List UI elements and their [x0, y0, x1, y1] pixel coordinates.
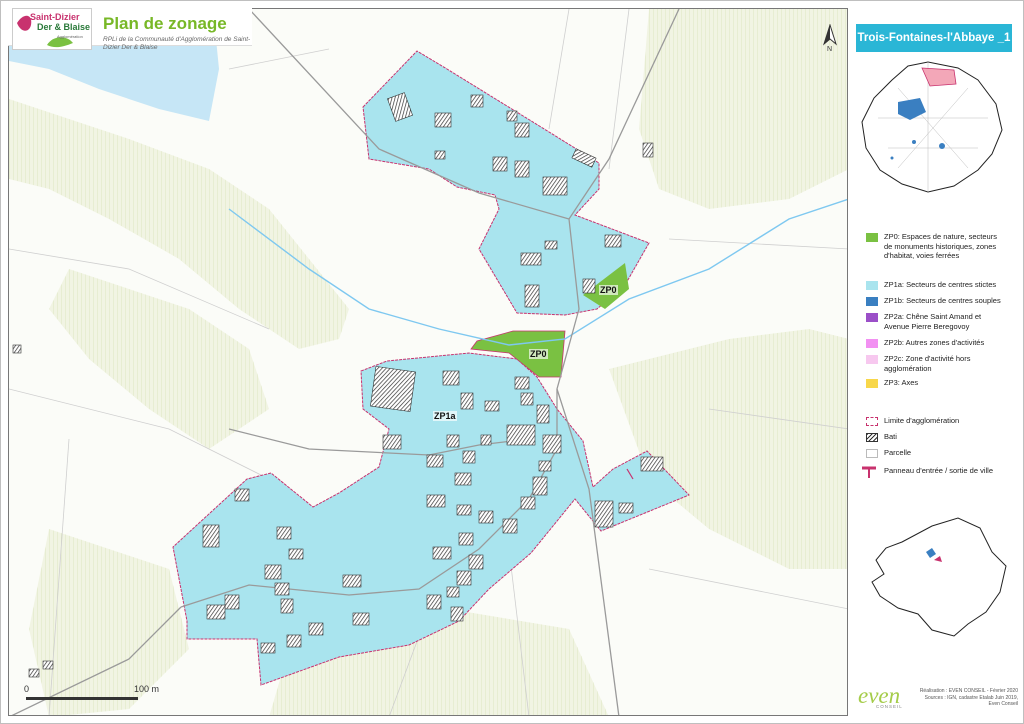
inset-map-agglomeration: [861, 61, 1003, 193]
legend-swatch-zp0: [866, 233, 878, 242]
legend-item-zp0: ZP0: Espaces de nature, secteurs de monu…: [866, 232, 1006, 261]
legend-item-limit: Limite d'agglomération: [866, 416, 1006, 426]
legend-item-zp1b: ZP1b: Secteurs de centres souples: [866, 296, 1006, 306]
legend-label-zp2c: ZP2c: Zone d'activité hors agglomération: [884, 354, 971, 373]
even-conseil-sub: CONSEIL: [876, 704, 903, 709]
scale-bar-line: [26, 697, 138, 700]
zone-label-zp0-east: ZP0: [599, 285, 618, 295]
entry-sign-icon: [862, 466, 876, 478]
north-arrow: N: [821, 23, 839, 54]
map-subtitle: RPLi de la Communauté d'Agglomération de…: [103, 36, 251, 51]
zone-label-zp1a: ZP1a: [433, 411, 457, 421]
legend-label-zp2a: ZP2a: Chêne Saint Amand et Avenue Pierre…: [884, 312, 982, 331]
legend-item-zp2b: ZP2b: Autres zones d'activités: [866, 338, 1006, 348]
zone-label-zp0-river: ZP0: [529, 349, 548, 359]
credits-line-1: Réalisation : EVEN CONSEIL - Février 202…: [919, 688, 1018, 694]
map-canvas[interactable]: ZP0 ZP0 ZP1a: [8, 8, 848, 716]
legend-item-sign: Panneau d'entrée / sortie de ville: [860, 466, 1006, 478]
legend-item-zp3: ZP3: Axes: [866, 378, 1006, 388]
legend-label-zp2b: ZP2b: Autres zones d'activités: [884, 338, 985, 347]
legend-swatch-bati: [866, 433, 878, 442]
legend-swatch-zp2b: [866, 339, 878, 348]
legend-label-zp1a: ZP1a: Secteurs de centres stictes: [884, 280, 997, 289]
scale-end-label: 100 m: [134, 684, 160, 694]
credits-line-3: Even Conseil: [988, 701, 1018, 707]
north-label: N: [827, 46, 833, 53]
map-title: Plan de zonage: [103, 14, 227, 33]
legend-label-limit: Limite d'agglomération: [884, 416, 960, 425]
north-arrow-icon: [823, 23, 837, 46]
legend-label-sign: Panneau d'entrée / sortie de ville: [884, 466, 994, 475]
legend-item-zp2a: ZP2a: Chêne Saint Amand et Avenue Pierre…: [866, 312, 1006, 331]
legend-label-zp1b: ZP1b: Secteurs de centres souples: [884, 296, 1001, 305]
legend-swatch-parcelle: [866, 449, 878, 458]
logo: Saint-Dizier Der & Blaise Agglomération: [12, 8, 92, 50]
legend-item-zp2c: ZP2c: Zone d'activité hors agglomération: [866, 354, 1006, 373]
legend-swatch-zp2a: [866, 313, 878, 322]
legend-swatch-zp3: [866, 379, 878, 388]
title-box: Saint-Dizier Der & Blaise Agglomération …: [8, 8, 252, 51]
legend-item-zp1a: ZP1a: Secteurs de centres stictes: [866, 280, 1006, 290]
scale-start-label: 0: [24, 684, 30, 694]
legend-label-zp0: ZP0: Espaces de nature, secteurs de monu…: [884, 232, 997, 260]
legend-swatch-limit: [866, 417, 878, 426]
woods-4: [609, 329, 847, 569]
legend-label-parcelle: Parcelle: [884, 448, 912, 457]
zone-zp1a-north: [362, 50, 650, 316]
inset-map-department: [871, 517, 1007, 637]
scale-bar: 0 100 m: [22, 684, 222, 712]
logo-line-2: Der & Blaise: [37, 22, 91, 32]
logo-line-1: Saint-Dizier: [30, 12, 80, 22]
credits: Réalisation : EVEN CONSEIL - Février 202…: [908, 688, 1018, 708]
legend-label-zp3: ZP3: Axes: [884, 378, 919, 387]
woods-2: [639, 9, 847, 209]
legend-swatch-zp1a: [866, 281, 878, 290]
legend-item-parcelle: Parcelle: [866, 448, 1006, 458]
legend-item-bati: Bati: [866, 432, 1006, 442]
legend-swatch-zp2c: [866, 355, 878, 364]
legend-label-bati: Bati: [884, 432, 897, 441]
legend-panel: Trois-Fontaines-l'Abbaye _1 ZP0: Espaces…: [856, 8, 1016, 716]
logo-line-3: Agglomération: [57, 34, 83, 39]
legend-swatch-zp1b: [866, 297, 878, 306]
map-svg: [9, 9, 847, 715]
commune-title: Trois-Fontaines-l'Abbaye _1: [856, 24, 1012, 52]
